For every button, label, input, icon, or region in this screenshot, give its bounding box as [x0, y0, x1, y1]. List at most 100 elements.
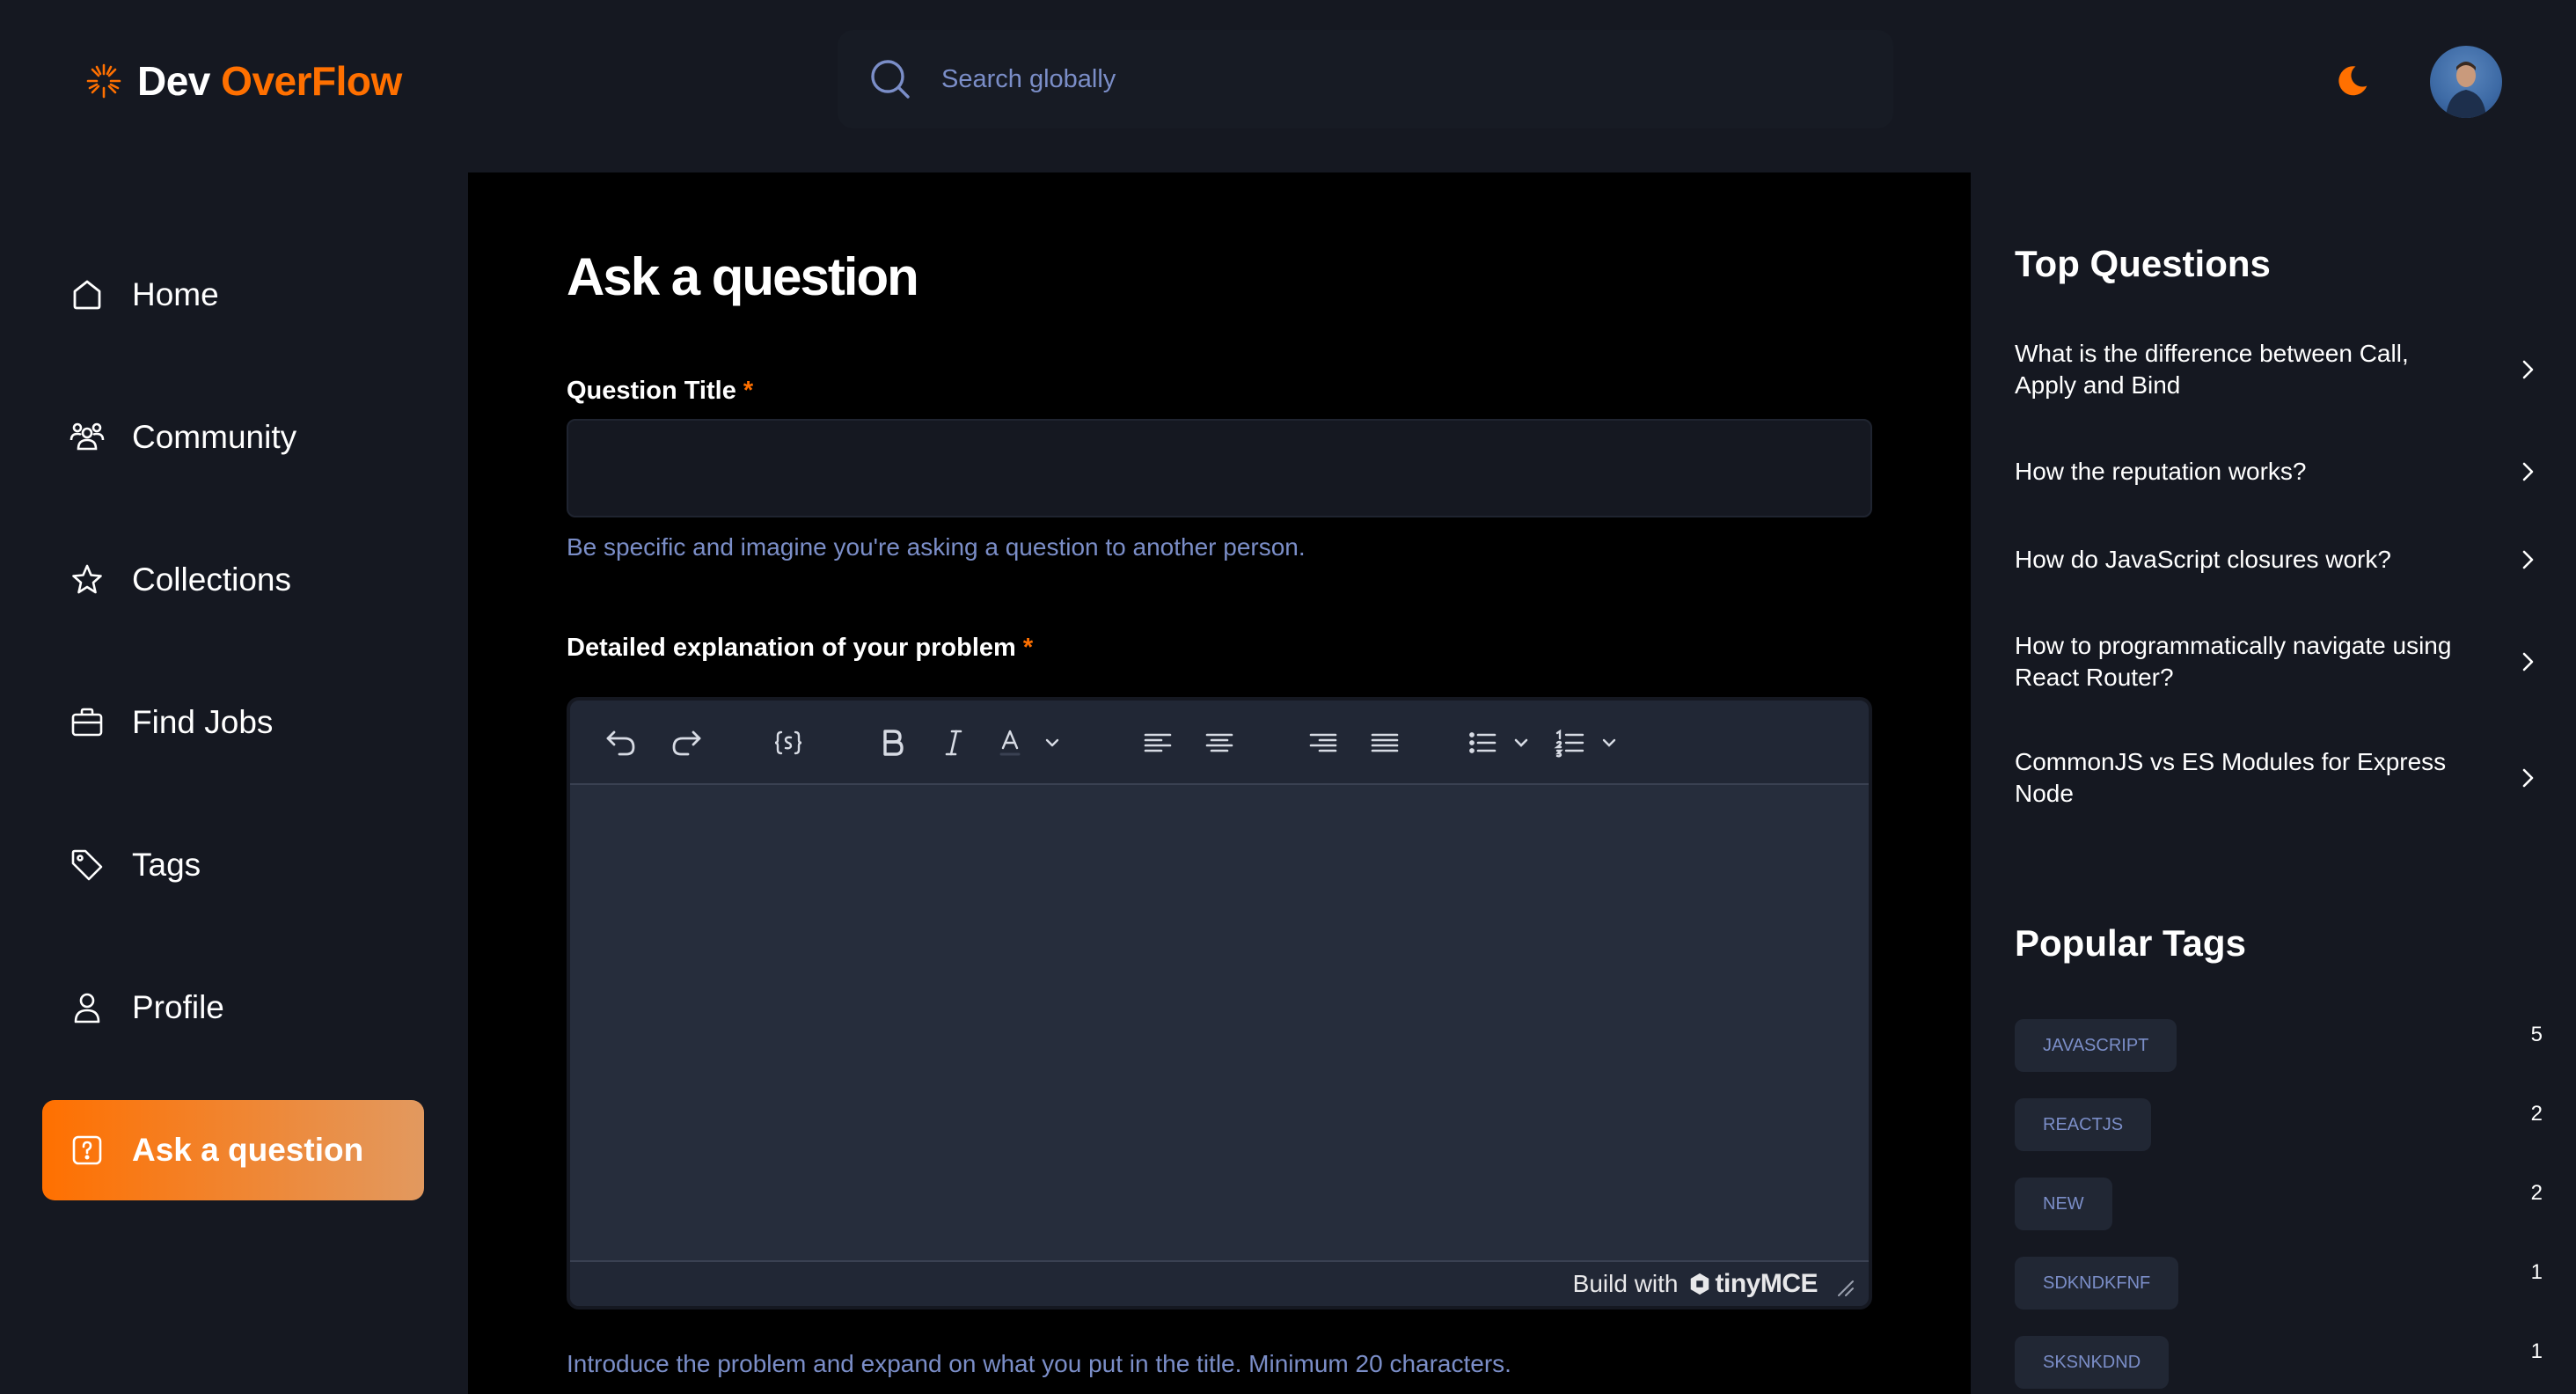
sidebar-item-find-jobs[interactable]: Find Jobs	[42, 672, 424, 773]
chevron-right-icon	[2522, 462, 2534, 481]
top-question-item[interactable]: How do JavaScript closures work?	[2015, 544, 2543, 576]
sidebar-item-label: Find Jobs	[132, 704, 274, 740]
rich-text-editor: Build with tinyMCE	[567, 697, 1872, 1310]
editor-content-area[interactable]	[570, 785, 1869, 1264]
tag-count: 5	[2530, 1023, 2543, 1046]
sidebar-item-label: Profile	[132, 989, 224, 1025]
top-question-text: What is the difference between Call, App…	[2015, 340, 2409, 399]
bullet-list-button[interactable]	[1460, 723, 1540, 762]
top-navbar: Dev OverFlow	[0, 0, 2576, 172]
align-justify-button[interactable]	[1365, 723, 1404, 762]
required-mark: *	[743, 377, 754, 405]
top-question-item[interactable]: What is the difference between Call, App…	[2015, 338, 2543, 401]
search-input[interactable]	[941, 64, 1733, 94]
users-icon	[70, 422, 105, 451]
popular-tags-title: Popular Tags	[2015, 922, 2246, 964]
top-question-item[interactable]: CommonJS vs ES Modules for Express Node	[2015, 746, 2543, 810]
user-avatar[interactable]	[2430, 46, 2502, 118]
tinymce-brand: tinyMCE	[1715, 1269, 1819, 1298]
redo-icon	[672, 730, 701, 756]
chevron-right-icon	[2522, 550, 2534, 569]
theme-toggle-button[interactable]	[2330, 60, 2372, 102]
tag-badge[interactable]: SKSNKDND	[2015, 1336, 2170, 1389]
top-question-text: How to programmatically navigate using R…	[2015, 632, 2452, 691]
global-search[interactable]	[838, 30, 1893, 128]
bold-icon	[883, 730, 904, 756]
question-icon	[72, 1135, 102, 1165]
undo-icon	[606, 730, 635, 756]
main-content: Ask a question Question Title * Be specif…	[468, 172, 1971, 1394]
popular-tag-row: REACTJS 2	[2015, 1098, 2543, 1151]
search-icon	[871, 60, 910, 99]
left-sidebar: Home Community Collections Find Jobs Tag…	[0, 172, 468, 1394]
sidebar-item-tags[interactable]: Tags	[42, 815, 424, 915]
briefcase-icon	[71, 708, 103, 737]
sidebar-item-community[interactable]: Community	[42, 387, 424, 488]
top-question-text: How the reputation works?	[2015, 458, 2307, 485]
redo-button[interactable]	[667, 723, 706, 762]
question-title-hint: Be specific and imagine you're asking a …	[567, 533, 1306, 561]
resize-handle-icon[interactable]	[1835, 1278, 1855, 1297]
align-left-button[interactable]	[1138, 723, 1177, 762]
text-color-button[interactable]	[985, 723, 1070, 762]
tag-count: 1	[2530, 1260, 2543, 1284]
top-question-text: How do JavaScript closures work?	[2015, 546, 2391, 573]
logo-icon	[86, 63, 121, 99]
popular-tag-row: NEW 2	[2015, 1178, 2543, 1230]
sidebar-item-profile[interactable]: Profile	[42, 957, 424, 1058]
brand-name: Dev OverFlow	[137, 58, 402, 104]
top-questions-title: Top Questions	[2015, 243, 2271, 284]
sidebar-item-home[interactable]: Home	[42, 245, 424, 345]
popular-tag-row: SKSNKDND 1	[2015, 1336, 2543, 1389]
popular-tag-row: SDKNDKFNF 1	[2015, 1257, 2543, 1310]
sidebar-item-label: Collections	[132, 561, 291, 598]
chevron-right-icon	[2522, 768, 2534, 788]
sidebar-item-label: Community	[132, 419, 297, 455]
align-center-icon	[1205, 733, 1233, 752]
tag-count: 2	[2530, 1181, 2543, 1205]
popular-tag-row: JAVASCRIPT 5	[2015, 1019, 2543, 1072]
avatar-image	[2446, 62, 2486, 118]
align-left-icon	[1144, 733, 1172, 752]
sidebar-item-collections[interactable]: Collections	[42, 530, 424, 630]
code-sample-button[interactable]	[769, 723, 808, 762]
tag-icon	[71, 849, 103, 881]
star-icon	[72, 564, 102, 594]
align-center-button[interactable]	[1200, 723, 1239, 762]
tag-badge[interactable]: JAVASCRIPT	[2015, 1019, 2177, 1072]
undo-button[interactable]	[602, 723, 640, 762]
sidebar-item-ask-question[interactable]: Ask a question	[42, 1100, 424, 1200]
brand-logo[interactable]: Dev OverFlow	[83, 55, 402, 107]
italic-button[interactable]	[934, 723, 973, 762]
required-mark: *	[1022, 634, 1034, 662]
page-title: Ask a question	[567, 247, 919, 306]
editor-toolbar	[570, 701, 1869, 785]
align-justify-icon	[1371, 733, 1399, 752]
align-right-button[interactable]	[1304, 723, 1343, 762]
tag-badge[interactable]: SDKNDKFNF	[2015, 1257, 2179, 1310]
editor-statusbar: Build with tinyMCE	[570, 1260, 1869, 1306]
italic-icon	[945, 730, 962, 756]
tag-badge[interactable]: REACTJS	[2015, 1098, 2152, 1151]
top-question-text: CommonJS vs ES Modules for Express Node	[2015, 748, 2447, 807]
sidebar-item-label: Home	[132, 276, 219, 312]
top-question-item[interactable]: How the reputation works?	[2015, 456, 2543, 488]
user-icon	[74, 993, 100, 1023]
right-sidebar: Top Questions What is the difference bet…	[1971, 172, 2576, 1394]
explanation-hint: Introduce the problem and expand on what…	[567, 1350, 1511, 1377]
top-question-item[interactable]: How to programmatically navigate using R…	[2015, 630, 2543, 693]
sidebar-item-label: Ask a question	[132, 1132, 364, 1168]
question-title-label: Question Title *	[567, 377, 754, 405]
numbered-list-icon	[1554, 729, 1616, 758]
text-color-icon	[999, 730, 1059, 756]
tag-badge[interactable]: NEW	[2015, 1178, 2112, 1230]
tinymce-link[interactable]: tinyMCE	[1687, 1269, 1819, 1299]
chevron-right-icon	[2522, 360, 2534, 379]
tag-count: 2	[2530, 1102, 2543, 1126]
sidebar-item-label: Tags	[132, 847, 201, 883]
numbered-list-button[interactable]	[1548, 723, 1628, 762]
explanation-label: Detailed explanation of your problem *	[567, 634, 1034, 662]
question-title-input[interactable]	[567, 419, 1872, 517]
tag-count: 1	[2530, 1339, 2543, 1363]
bold-button[interactable]	[873, 723, 911, 762]
